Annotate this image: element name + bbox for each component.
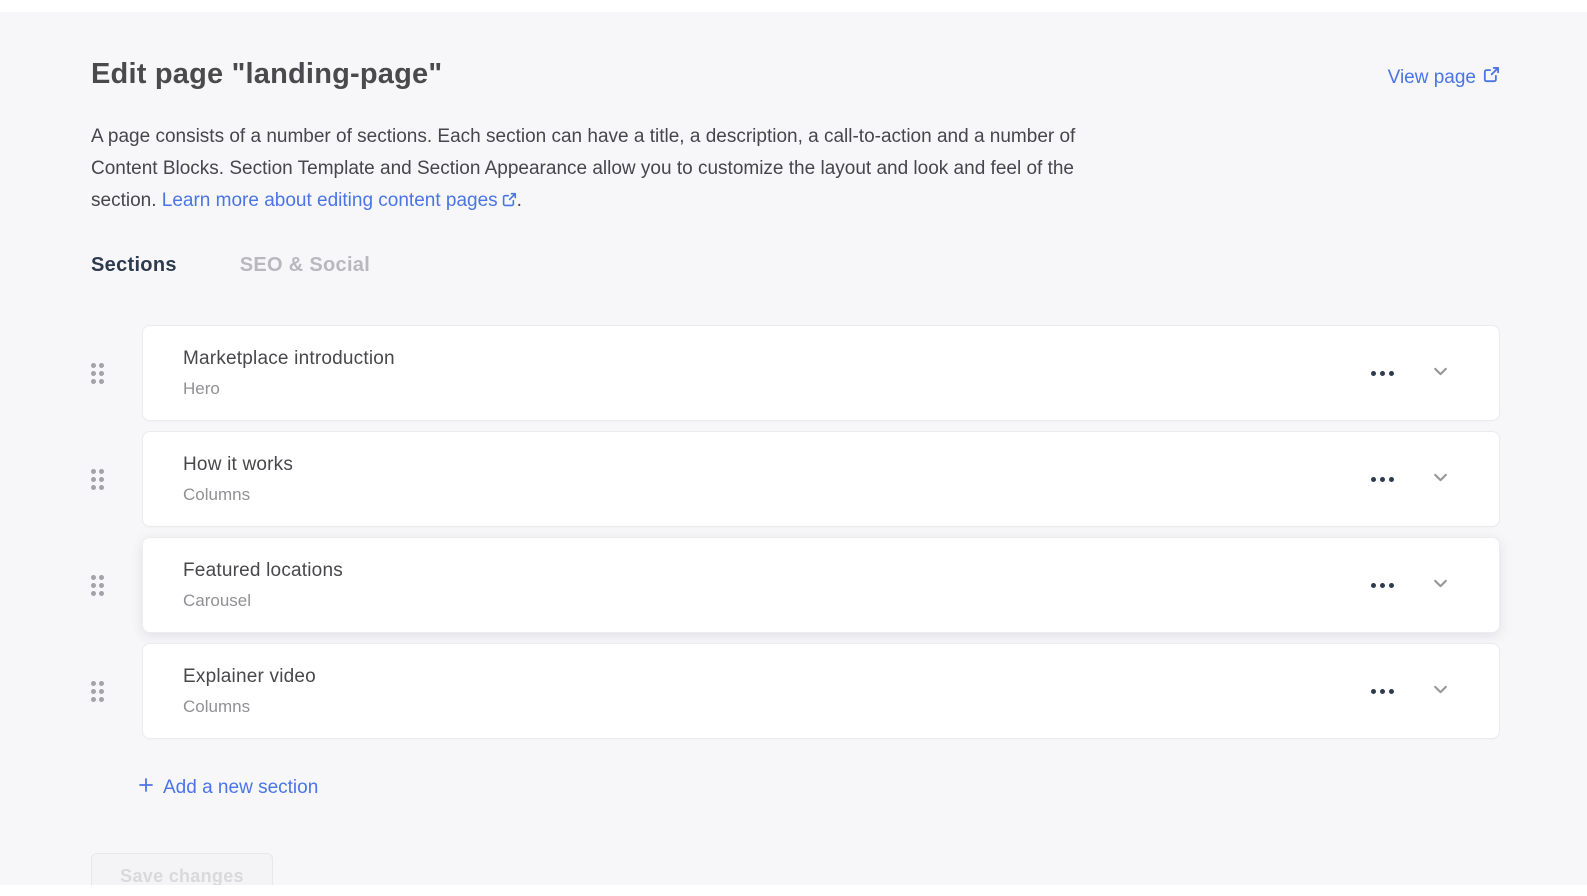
section-card[interactable]: Featured locations Carousel	[142, 537, 1500, 633]
section-card-actions	[1369, 359, 1453, 387]
edit-page-panel: Edit page "landing-page" View page A pag…	[0, 0, 1587, 896]
section-expand-button[interactable]	[1428, 571, 1453, 599]
description-period: .	[517, 190, 522, 211]
drag-handle[interactable]	[91, 469, 142, 490]
section-card-texts: Marketplace introduction Hero	[183, 348, 395, 399]
plus-icon	[138, 777, 154, 799]
section-menu-button[interactable]	[1369, 471, 1396, 488]
external-link-icon	[1483, 66, 1500, 89]
section-card-texts: How it works Columns	[183, 454, 293, 505]
chevron-down-icon	[1432, 681, 1449, 701]
drag-handle-icon	[91, 681, 104, 702]
drag-handle-icon	[91, 469, 104, 490]
bottom-edge-strip	[0, 885, 1587, 896]
ellipsis-menu-icon	[1371, 689, 1376, 694]
section-menu-button[interactable]	[1369, 365, 1396, 382]
page-description: A page consists of a number of sections.…	[91, 121, 1126, 218]
section-template: Columns	[183, 485, 293, 505]
section-template: Columns	[183, 697, 316, 717]
section-card[interactable]: Marketplace introduction Hero	[142, 325, 1500, 421]
section-template: Hero	[183, 379, 395, 399]
section-card-actions	[1369, 677, 1453, 705]
section-card-texts: Featured locations Carousel	[183, 560, 343, 611]
tab-bar: Sections SEO & Social	[91, 254, 1500, 277]
chevron-down-icon	[1432, 575, 1449, 595]
page-title: Edit page "landing-page"	[91, 58, 442, 91]
section-expand-button[interactable]	[1428, 465, 1453, 493]
section-title: Featured locations	[183, 560, 343, 582]
tab-seo-social[interactable]: SEO & Social	[240, 254, 370, 277]
section-card[interactable]: How it works Columns	[142, 431, 1500, 527]
tab-sections[interactable]: Sections	[91, 254, 177, 277]
ellipsis-menu-icon	[1371, 477, 1376, 482]
section-card-actions	[1369, 465, 1453, 493]
add-new-section-link[interactable]: Add a new section	[138, 777, 318, 799]
chevron-down-icon	[1432, 363, 1449, 383]
section-card-actions	[1369, 571, 1453, 599]
view-page-label: View page	[1388, 67, 1476, 89]
section-expand-button[interactable]	[1428, 359, 1453, 387]
sections-list: Marketplace introduction Hero	[91, 325, 1500, 739]
section-menu-button[interactable]	[1369, 577, 1396, 594]
view-page-link[interactable]: View page	[1388, 66, 1500, 89]
section-title: Explainer video	[183, 666, 316, 688]
section-title: How it works	[183, 454, 293, 476]
add-new-section-label: Add a new section	[163, 777, 318, 799]
external-link-icon	[502, 191, 517, 212]
ellipsis-menu-icon	[1371, 371, 1376, 376]
section-template: Carousel	[183, 591, 343, 611]
drag-handle[interactable]	[91, 681, 142, 702]
drag-handle[interactable]	[91, 363, 142, 384]
section-row-explainer-video: Explainer video Columns	[91, 643, 1500, 739]
section-menu-button[interactable]	[1369, 683, 1396, 700]
ellipsis-menu-icon	[1371, 583, 1376, 588]
drag-handle-icon	[91, 575, 104, 596]
section-card-texts: Explainer video Columns	[183, 666, 316, 717]
drag-handle-icon	[91, 363, 104, 384]
page-header: Edit page "landing-page" View page	[91, 58, 1500, 91]
section-row-how-it-works: How it works Columns	[91, 431, 1500, 527]
section-title: Marketplace introduction	[183, 348, 395, 370]
drag-handle[interactable]	[91, 575, 142, 596]
chevron-down-icon	[1432, 469, 1449, 489]
learn-more-link[interactable]: Learn more about editing content pages	[162, 190, 517, 211]
section-card[interactable]: Explainer video Columns	[142, 643, 1500, 739]
section-expand-button[interactable]	[1428, 677, 1453, 705]
section-row-marketplace-introduction: Marketplace introduction Hero	[91, 325, 1500, 421]
section-row-featured-locations: Featured locations Carousel	[91, 537, 1500, 633]
